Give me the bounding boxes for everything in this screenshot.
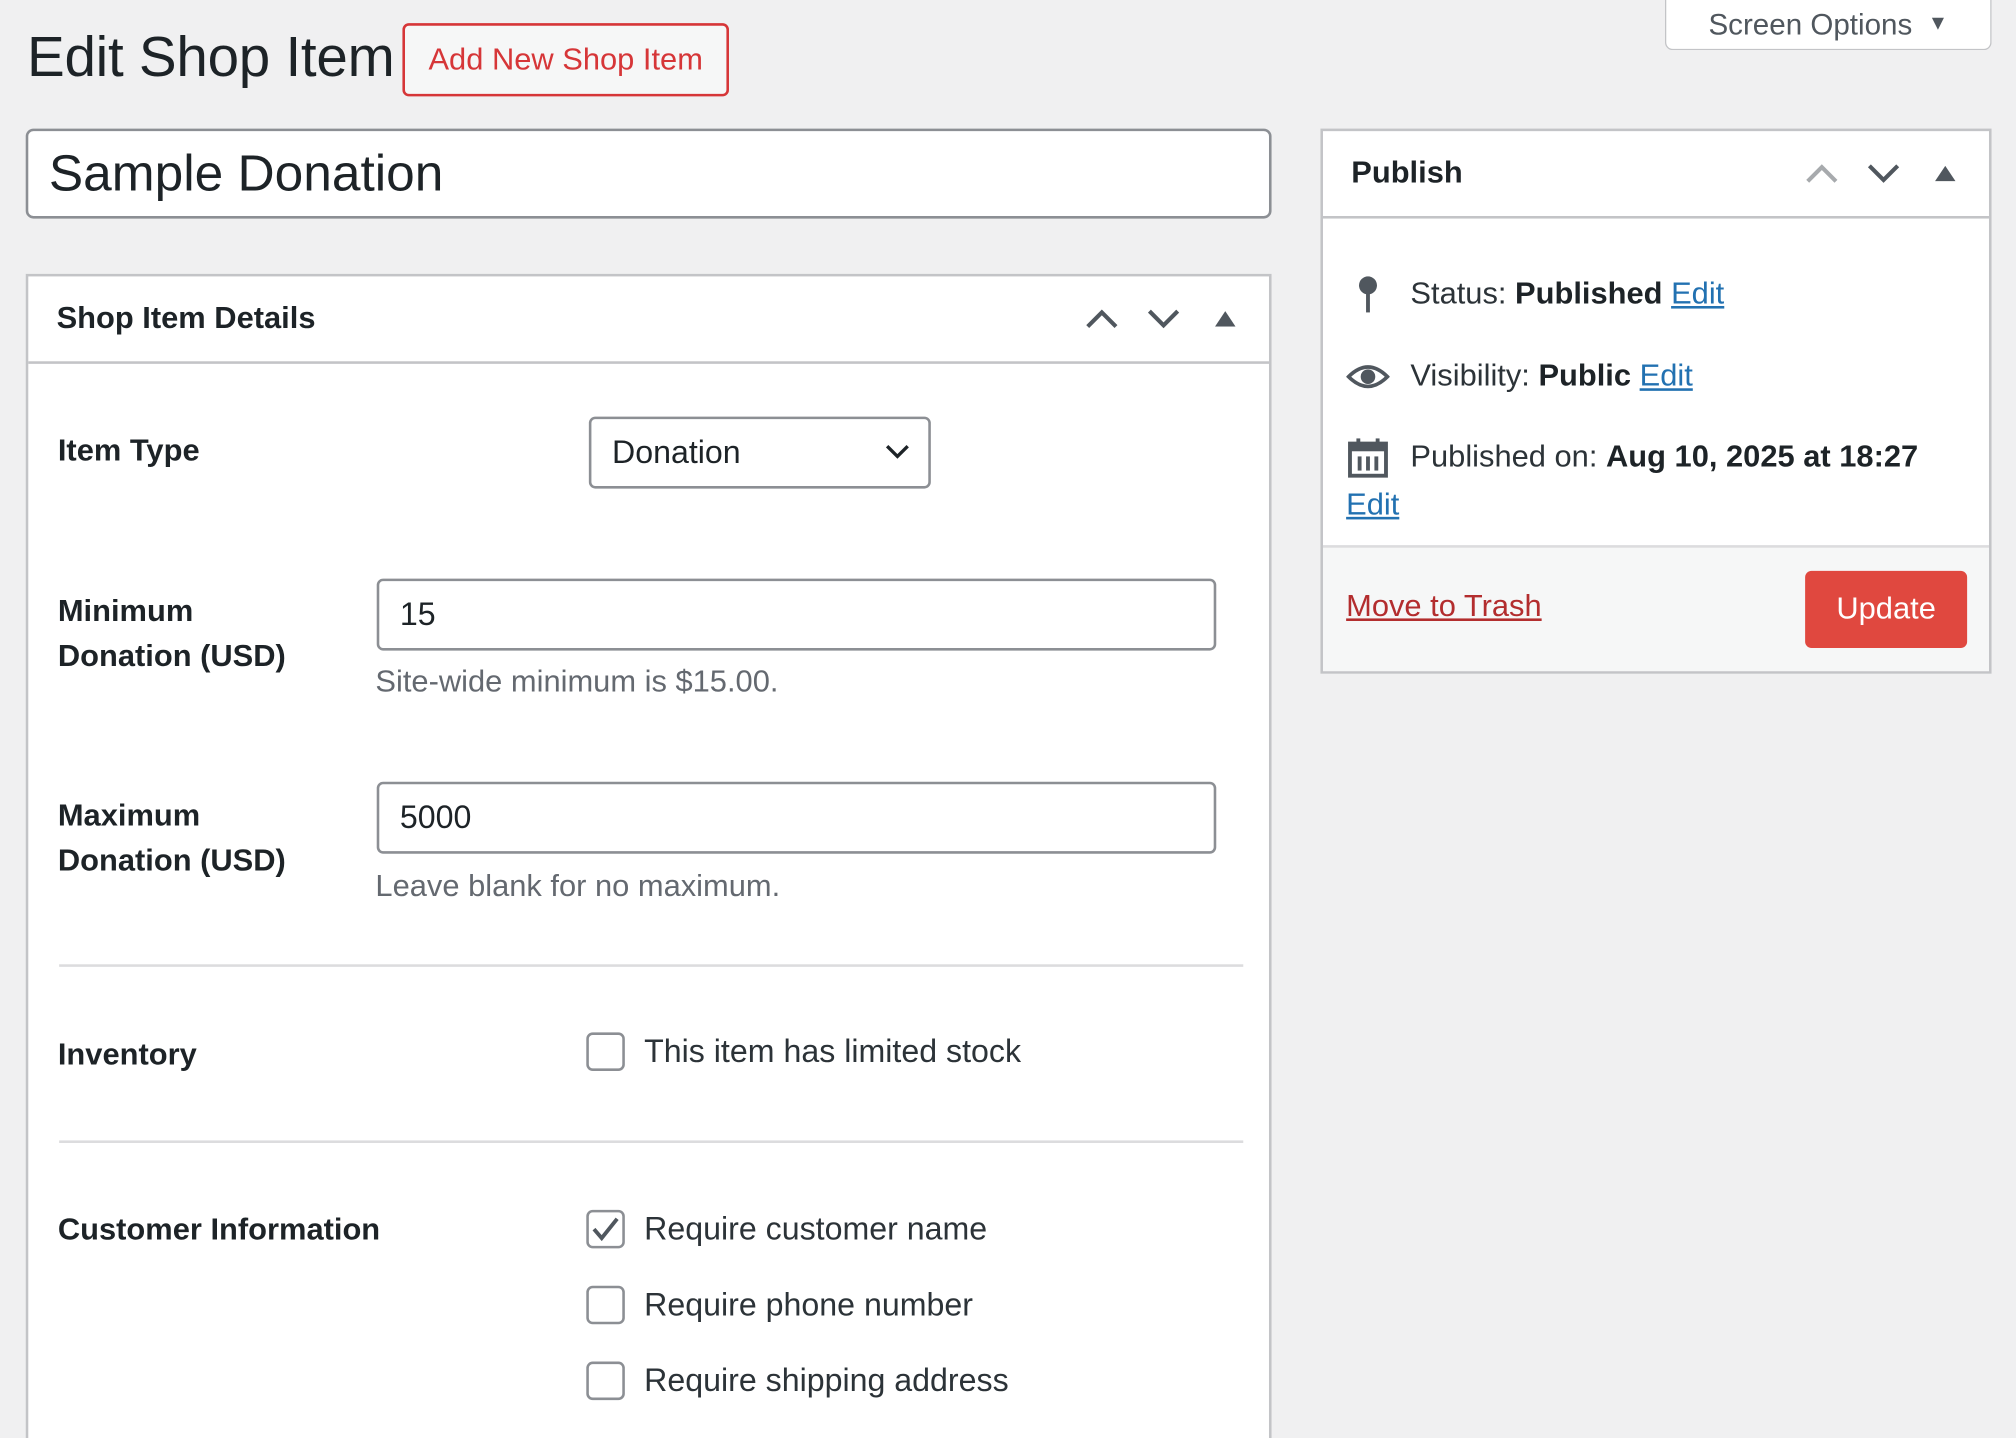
section-divider	[59, 964, 1244, 967]
require-phone-checkbox[interactable]	[586, 1285, 625, 1325]
checkmark-icon	[592, 1217, 619, 1242]
limited-stock-option[interactable]: This item has limited stock	[586, 1032, 1021, 1071]
require-phone-option[interactable]: Require phone number	[586, 1285, 973, 1325]
calendar-icon	[1346, 433, 1390, 481]
minimum-label-line2: Donation (USD)	[57, 638, 286, 674]
inventory-label: Inventory	[57, 1037, 197, 1073]
limited-stock-label: This item has limited stock	[644, 1033, 1022, 1070]
chevron-up-icon[interactable]	[1074, 291, 1131, 348]
visibility-row: Visibility: Public Edit	[1346, 352, 1693, 400]
item-type-selected: Donation	[611, 433, 741, 470]
publish-box-header: Publish	[1322, 131, 1989, 219]
maximum-label-line1: Maximum	[57, 798, 201, 834]
limited-stock-checkbox[interactable]	[586, 1032, 625, 1071]
minimum-donation-label: Minimum Donation (USD)	[58, 589, 286, 679]
published-edit-link[interactable]: Edit	[1346, 481, 1399, 529]
triangle-up-icon[interactable]	[1197, 291, 1254, 348]
chevron-down-icon[interactable]	[1135, 291, 1192, 348]
status-edit-link[interactable]: Edit	[1671, 276, 1724, 311]
require-name-checkbox[interactable]	[586, 1209, 625, 1249]
publish-box: Publish Status: Published Edit Visibilit…	[1320, 128, 1992, 674]
published-on-row: Published on: Aug 10, 2025 at 18:27	[1346, 433, 1918, 481]
chevron-down-icon	[885, 444, 909, 459]
move-to-trash-link[interactable]: Move to Trash	[1346, 589, 1542, 625]
require-name-label: Require customer name	[644, 1210, 988, 1247]
visibility-value: Public	[1538, 358, 1632, 394]
maximum-donation-label: Maximum Donation (USD)	[58, 793, 286, 883]
maximum-donation-description: Leave blank for no maximum.	[375, 869, 781, 904]
status-value: Published	[1515, 276, 1663, 312]
minimum-donation-description: Site-wide minimum is $15.00.	[375, 664, 779, 700]
maximum-label-line2: Donation (USD)	[57, 843, 286, 879]
pin-icon	[1346, 270, 1390, 318]
eye-icon	[1346, 352, 1390, 400]
minimum-donation-input[interactable]: 15	[376, 578, 1217, 651]
item-type-select[interactable]: Donation	[588, 416, 931, 489]
publish-actions: Move to Trash Update	[1322, 545, 1989, 672]
require-phone-label: Require phone number	[644, 1286, 973, 1323]
triangle-up-icon[interactable]	[1917, 145, 1974, 202]
post-title-input[interactable]: Sample Donation	[25, 128, 1272, 219]
section-divider	[59, 1140, 1244, 1143]
visibility-edit-link[interactable]: Edit	[1640, 359, 1693, 394]
require-shipping-option[interactable]: Require shipping address	[586, 1361, 1009, 1401]
maximum-donation-input[interactable]: 5000	[376, 781, 1217, 854]
item-type-label: Item Type	[57, 433, 200, 468]
update-button[interactable]: Update	[1805, 570, 1968, 648]
screen-options-label: Screen Options	[1708, 7, 1913, 41]
published-value: Aug 10, 2025 at 18:27	[1606, 439, 1919, 475]
status-row: Status: Published Edit	[1346, 270, 1724, 318]
minimum-label-line1: Minimum	[57, 593, 194, 629]
details-box-header: Shop Item Details	[28, 276, 1269, 364]
screen-options-button[interactable]: Screen Options ▼	[1664, 0, 1992, 51]
published-prefix: Published on:	[1410, 439, 1598, 475]
shop-item-details-box: Shop Item Details Item Type Donation Min…	[25, 273, 1272, 1438]
require-shipping-label: Require shipping address	[644, 1362, 1009, 1399]
chevron-down-icon[interactable]	[1855, 145, 1912, 202]
publish-box-title: Publish	[1351, 155, 1463, 191]
page-title: Edit Shop Item	[26, 25, 395, 89]
chevron-up-icon[interactable]	[1794, 145, 1851, 202]
details-box-title: Shop Item Details	[56, 300, 316, 336]
require-name-option[interactable]: Require customer name	[586, 1209, 988, 1249]
edit-shop-item-page: Screen Options ▼ Edit Shop Item Add New …	[0, 0, 2016, 1438]
status-prefix: Status:	[1410, 276, 1507, 312]
visibility-prefix: Visibility:	[1410, 358, 1530, 394]
require-shipping-checkbox[interactable]	[586, 1361, 625, 1401]
customer-information-label: Customer Information	[57, 1212, 381, 1248]
published-edit-row: Edit	[1346, 481, 1399, 529]
add-new-shop-item-button[interactable]: Add New Shop Item	[402, 23, 729, 97]
caret-down-icon: ▼	[1927, 12, 1949, 35]
